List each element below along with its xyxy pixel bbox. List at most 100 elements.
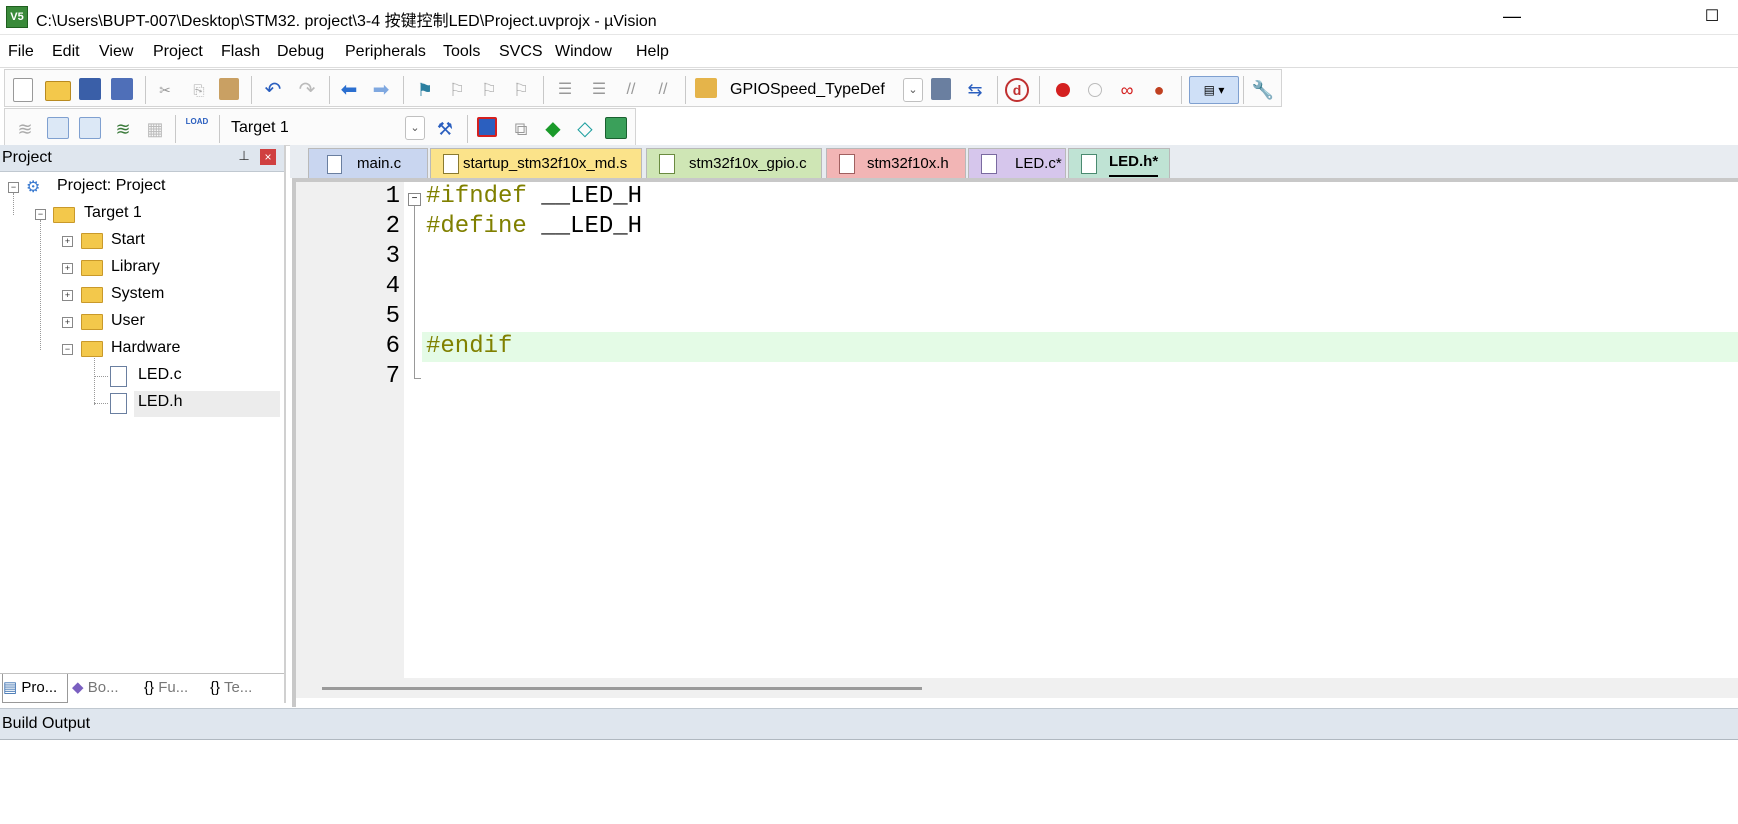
disable-all-breakpoints-icon[interactable]: ∞	[1115, 78, 1139, 102]
tree-group-hardware[interactable]: Hardware	[111, 335, 180, 361]
tree-group-start[interactable]: Start	[111, 227, 145, 253]
tree-file-led-c[interactable]: LED.c	[138, 362, 182, 388]
horizontal-scrollbar[interactable]	[296, 678, 1738, 698]
expand-icon[interactable]: +	[62, 290, 73, 301]
tab-functions[interactable]: {} Fu...	[144, 674, 204, 702]
select-packs-icon[interactable]: ⧉	[509, 117, 533, 141]
incremental-find-icon[interactable]: ⇆	[963, 78, 987, 102]
tree-project-root[interactable]: Project: Project	[57, 173, 165, 199]
fold-toggle-icon[interactable]: −	[408, 193, 421, 206]
manage-project-items-icon[interactable]	[477, 117, 497, 137]
redo-icon[interactable]: ↷	[295, 78, 319, 102]
menu-tools[interactable]: Tools	[443, 43, 480, 61]
expand-icon[interactable]: +	[62, 263, 73, 274]
tree-group-library[interactable]: Library	[111, 254, 160, 280]
tree-group-user[interactable]: User	[111, 308, 145, 334]
configure-icon[interactable]: 🔧	[1251, 78, 1275, 102]
nav-back-icon[interactable]: ⬅	[337, 78, 361, 102]
find-combo-dropdown-icon[interactable]: ⌄	[903, 78, 923, 102]
tab-books[interactable]: ◆ Bo...	[72, 674, 134, 702]
open-folder-icon[interactable]	[45, 81, 71, 101]
unindent-icon[interactable]: ☰	[587, 78, 611, 102]
rebuild-icon[interactable]	[79, 117, 101, 139]
collapse-icon[interactable]: −	[35, 209, 46, 220]
expand-icon[interactable]: +	[62, 317, 73, 328]
pin-icon[interactable]: ⊥	[236, 148, 252, 166]
clear-bookmarks-icon[interactable]: ⚐	[509, 78, 533, 102]
cut-icon[interactable]: ✂	[153, 78, 177, 102]
stop-build-icon[interactable]: ▦	[143, 117, 167, 141]
tab-startup[interactable]: startup_stm32f10x_md.s	[430, 148, 642, 179]
menu-svcs[interactable]: SVCS	[499, 43, 543, 61]
new-file-icon[interactable]	[13, 78, 33, 102]
component-icon[interactable]	[605, 117, 627, 139]
nav-forward-icon[interactable]: ➡	[369, 78, 393, 102]
maximize-button[interactable]: ☐	[1690, 2, 1734, 32]
prev-bookmark-icon[interactable]: ⚐	[445, 78, 469, 102]
folder-icon	[81, 233, 103, 249]
tree-group-system[interactable]: System	[111, 281, 164, 307]
save-all-icon[interactable]	[111, 78, 133, 100]
editor-tab-bar: main.c startup_stm32f10x_md.s stm32f10x_…	[290, 145, 1738, 179]
menu-peripherals[interactable]: Peripherals	[345, 43, 426, 61]
tree-target[interactable]: Target 1	[84, 200, 142, 226]
tab-project[interactable]: ▤ Pro...	[2, 674, 68, 703]
bookmark-icon[interactable]: ⚑	[413, 78, 437, 102]
uncomment-icon[interactable]: //	[651, 78, 675, 102]
tab-main-c[interactable]: main.c	[308, 148, 428, 179]
manage-run-time-icon[interactable]: ◆	[541, 117, 565, 141]
find-in-files-icon[interactable]	[695, 78, 717, 98]
disable-breakpoint-icon[interactable]	[1083, 78, 1107, 102]
next-bookmark-icon[interactable]: ⚐	[477, 78, 501, 102]
scrollbar-thumb[interactable]	[322, 687, 922, 690]
target-select[interactable]: Target 1	[231, 115, 401, 141]
insert-breakpoint-icon[interactable]	[1051, 78, 1075, 102]
build-icon[interactable]	[47, 117, 69, 139]
tab-label: LED.c*	[1015, 155, 1062, 172]
code-line-1: #ifndef __LED_H	[426, 183, 642, 210]
comment-icon[interactable]: //	[619, 78, 643, 102]
menu-flash[interactable]: Flash	[221, 43, 260, 61]
collapse-icon[interactable]: −	[8, 182, 19, 193]
tab-led-h[interactable]: LED.h*	[1068, 148, 1170, 179]
menu-debug[interactable]: Debug	[277, 43, 324, 61]
panel-title: Project	[2, 149, 52, 166]
debug-session-icon[interactable]: d	[1005, 78, 1029, 102]
code-editor[interactable]: 1 2 3 4 5 6 7 − #ifndef __LED_H #define …	[292, 178, 1738, 707]
menu-window[interactable]: Window	[555, 43, 612, 61]
save-icon[interactable]	[79, 78, 101, 100]
functions-tab-icon: {}	[144, 679, 155, 696]
paste-icon[interactable]	[219, 78, 239, 100]
kill-all-breakpoints-icon[interactable]: ●	[1147, 78, 1171, 102]
tab-templates[interactable]: {} Te...	[210, 674, 274, 702]
tab-label: startup_stm32f10x_md.s	[463, 155, 628, 172]
target-options-icon[interactable]: ⚒	[433, 117, 457, 141]
tree-file-led-h[interactable]: LED.h	[138, 389, 182, 415]
target-dropdown-icon[interactable]: ⌄	[405, 116, 425, 140]
download-icon[interactable]: LOAD	[185, 117, 209, 141]
macro-identifier: __LED_H	[541, 183, 643, 210]
copy-icon[interactable]: ⎘	[187, 78, 211, 102]
menu-view[interactable]: View	[99, 43, 133, 61]
tab-led-c[interactable]: LED.c*	[968, 148, 1066, 179]
menu-edit[interactable]: Edit	[52, 43, 80, 61]
project-panel-header: Project ⊥ ×	[0, 145, 284, 172]
undo-icon[interactable]: ↶	[261, 78, 285, 102]
tab-stm32f10x-h[interactable]: stm32f10x.h	[826, 148, 966, 179]
menu-file[interactable]: File	[8, 43, 34, 61]
expand-icon[interactable]: +	[62, 236, 73, 247]
window-layout-icon[interactable]: ▤ ▾	[1189, 76, 1239, 104]
minimize-button[interactable]: —	[1490, 2, 1534, 32]
indent-icon[interactable]: ☰	[553, 78, 577, 102]
menu-project[interactable]: Project	[153, 43, 203, 61]
find-combo[interactable]: GPIOSpeed_TypeDef	[730, 77, 900, 103]
collapse-icon[interactable]: −	[62, 344, 73, 355]
pack-installer-icon[interactable]: ◇	[573, 117, 597, 141]
close-icon[interactable]: ×	[260, 149, 276, 165]
menu-help[interactable]: Help	[636, 43, 669, 61]
find-icon[interactable]	[931, 78, 951, 100]
tab-gpio[interactable]: stm32f10x_gpio.c	[646, 148, 822, 179]
batch-build-icon[interactable]: ≋	[111, 117, 135, 141]
translate-icon[interactable]: ≋	[13, 117, 37, 141]
build-output-content[interactable]	[0, 740, 1738, 824]
